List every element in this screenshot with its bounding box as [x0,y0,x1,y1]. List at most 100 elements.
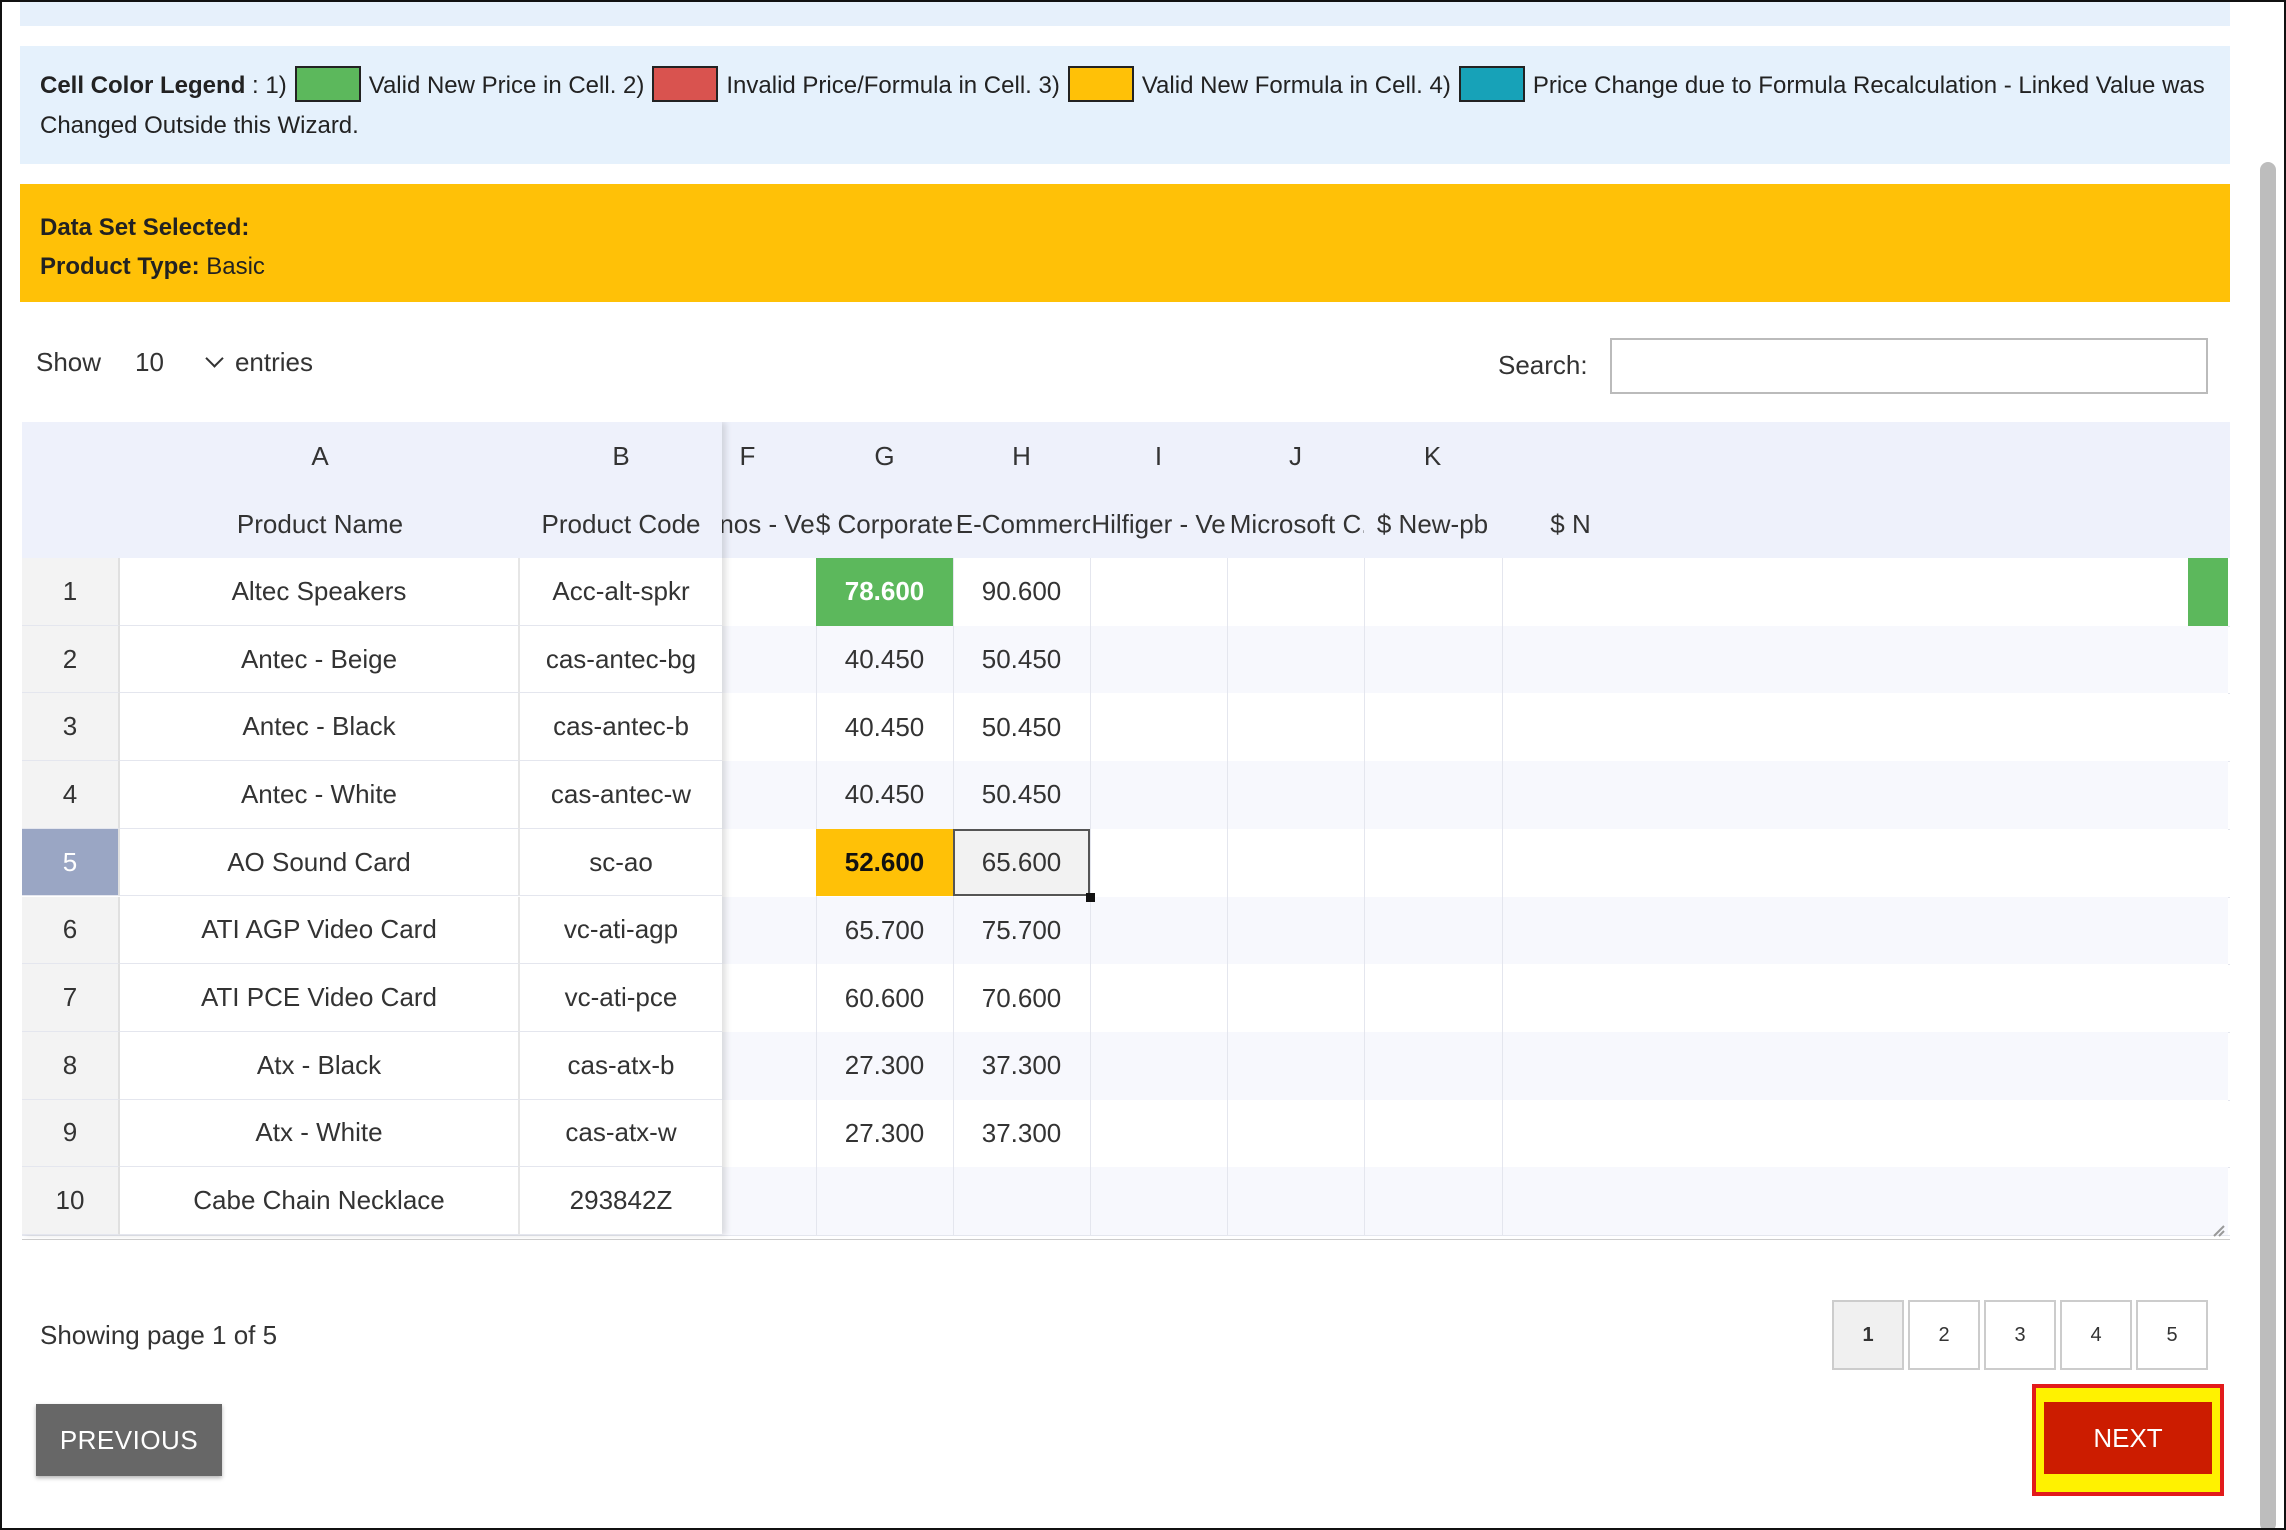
row-number[interactable]: 4 [22,761,120,829]
row-divider [22,1235,2230,1236]
search-input[interactable] [1610,338,2208,394]
ecommerce-cell[interactable]: 70.600 [953,964,1090,1032]
page-button-3[interactable]: 3 [1984,1300,2056,1370]
row-number[interactable]: 7 [22,964,120,1032]
row-number[interactable]: 10 [22,1167,120,1235]
product-name-cell[interactable]: Altec Speakers [120,558,520,626]
page-button-4[interactable]: 4 [2060,1300,2132,1370]
cell-color-legend: Cell Color Legend : 1) Valid New Price in… [20,46,2230,164]
column-header[interactable]: $ Microsoft C... [1227,490,1364,558]
next-button-highlight: NEXT [2032,1384,2224,1496]
row-number[interactable]: 1 [22,558,120,626]
product-code-cell[interactable]: cas-antec-b [520,693,722,762]
page-button-5[interactable]: 5 [2136,1300,2208,1370]
search-label: Search: [1498,350,1588,380]
column-header[interactable]: $ E-Commerce [953,490,1090,558]
column-header[interactable]: $ Hilfiger - Ve... [1090,490,1227,558]
product-name-cell[interactable]: Antec - Black [120,693,520,762]
column-letter[interactable]: H [953,422,1090,490]
ecommerce-cell[interactable]: 65.600 [953,828,1090,897]
column-letter[interactable]: G [816,422,953,490]
wizard-frame: Cell Color Legend : 1) Valid New Price in… [0,0,2286,1530]
product-code-cell[interactable]: sc-ao [520,829,722,897]
product-type-label: Product Type: [40,253,200,280]
vertical-scrollbar[interactable] [2260,162,2276,1528]
column-divider [1227,558,1228,1235]
product-code-cell[interactable]: cas-antec-bg [520,626,722,694]
row-number[interactable]: 9 [22,1099,120,1168]
corporate-cell[interactable]: 40.450 [816,761,953,829]
frozen-columns: A Product Name B Product Code 1 Altec Speaker… [22,422,722,1235]
column-letter[interactable] [1502,422,1639,490]
product-code-cell[interactable]: Acc-alt-spkr [520,558,722,626]
corporate-cell[interactable]: 27.300 [816,1100,953,1168]
ecommerce-cell[interactable]: 37.300 [953,1100,1090,1168]
swatch-recalculated [1458,65,1525,102]
swatch-invalid-price [652,65,719,102]
column-header[interactable]: $ Corporate [816,490,953,558]
entries-select[interactable]: 10 [135,344,164,380]
row-number[interactable]: 2 [22,625,120,694]
product-name-cell[interactable]: Atx - Black [120,1031,520,1100]
row-number[interactable]: 8 [22,1031,120,1100]
chevron-down-icon[interactable] [205,349,224,368]
page-status: Showing page 1 of 5 [40,1320,278,1350]
resize-grip-icon[interactable] [2210,1222,2226,1238]
corporate-cell[interactable]: 60.600 [816,964,953,1032]
column-letter[interactable]: A [120,422,520,490]
row-number[interactable]: 5 [22,828,120,897]
product-name-cell[interactable]: Antec - Beige [120,625,520,694]
product-name-cell[interactable]: AO Sound Card [120,828,520,897]
dataset-selected-label: Data Set Selected: [40,214,250,241]
corporate-cell[interactable] [816,1167,953,1235]
column-header[interactable]: Product Name [120,490,520,558]
corporate-cell[interactable]: 78.600 [816,558,953,626]
product-code-cell[interactable]: vc-ati-agp [520,897,722,965]
corporate-cell[interactable]: 40.450 [816,626,953,694]
ecommerce-cell[interactable]: 50.450 [953,693,1090,761]
page-button-1[interactable]: 1 [1832,1300,1904,1370]
product-code-cell[interactable]: vc-ati-pce [520,964,722,1032]
legend-2-prefix: 2) [623,72,645,99]
product-name-cell[interactable]: Antec - White [120,761,520,829]
product-code-cell[interactable]: 293842Z [520,1167,722,1235]
dataset-panel: Data Set Selected: Product Type: Basic [20,184,2230,302]
next-button[interactable]: NEXT [2044,1402,2212,1474]
ecommerce-cell[interactable]: 37.300 [953,1032,1090,1100]
ecommerce-cell[interactable]: 50.450 [953,626,1090,694]
product-code-cell[interactable]: cas-atx-w [520,1100,722,1168]
product-name-cell[interactable]: Atx - White [120,1099,520,1168]
column-letter[interactable]: I [1090,422,1227,490]
column-header[interactable]: Product Code [520,490,722,558]
column-header[interactable]: $ N [1502,490,1639,558]
ecommerce-cell[interactable]: 75.700 [953,897,1090,965]
partial-green-cell [2188,558,2228,626]
corporate-cell[interactable]: 27.300 [816,1032,953,1100]
ecommerce-cell[interactable]: 90.600 [953,558,1090,626]
ecommerce-cell[interactable]: 50.450 [953,761,1090,829]
product-name-cell[interactable]: ATI AGP Video Card [120,896,520,965]
grid-bottom-border [22,1239,2230,1240]
entries-control: Show 10 entries [36,344,313,380]
swatch-valid-price [294,65,361,102]
show-label: Show [36,347,102,377]
product-name-cell[interactable]: Cabe Chain Necklace [120,1167,520,1235]
previous-button[interactable]: PREVIOUS [36,1404,222,1476]
ecommerce-cell[interactable] [953,1167,1090,1235]
row-number[interactable]: 6 [22,896,120,965]
column-letter[interactable]: K [1364,422,1501,490]
price-grid: nsECash Payout -...F$ Chinos - Ve...G$ C… [22,422,2230,1240]
corporate-cell[interactable]: 40.450 [816,693,953,761]
row-number[interactable]: 3 [22,693,120,762]
column-letter[interactable]: B [520,422,722,490]
column-header[interactable]: $ New-pb [1364,490,1501,558]
corporate-cell[interactable]: 52.600 [816,828,953,897]
product-code-cell[interactable]: cas-atx-b [520,1032,722,1100]
column-letter[interactable]: J [1227,422,1364,490]
column-divider [1502,558,1503,1235]
page-button-2[interactable]: 2 [1908,1300,1980,1370]
product-name-cell[interactable]: ATI PCE Video Card [120,964,520,1032]
legend-3-prefix: 3) [1038,72,1060,99]
product-code-cell[interactable]: cas-antec-w [520,761,722,829]
corporate-cell[interactable]: 65.700 [816,897,953,965]
